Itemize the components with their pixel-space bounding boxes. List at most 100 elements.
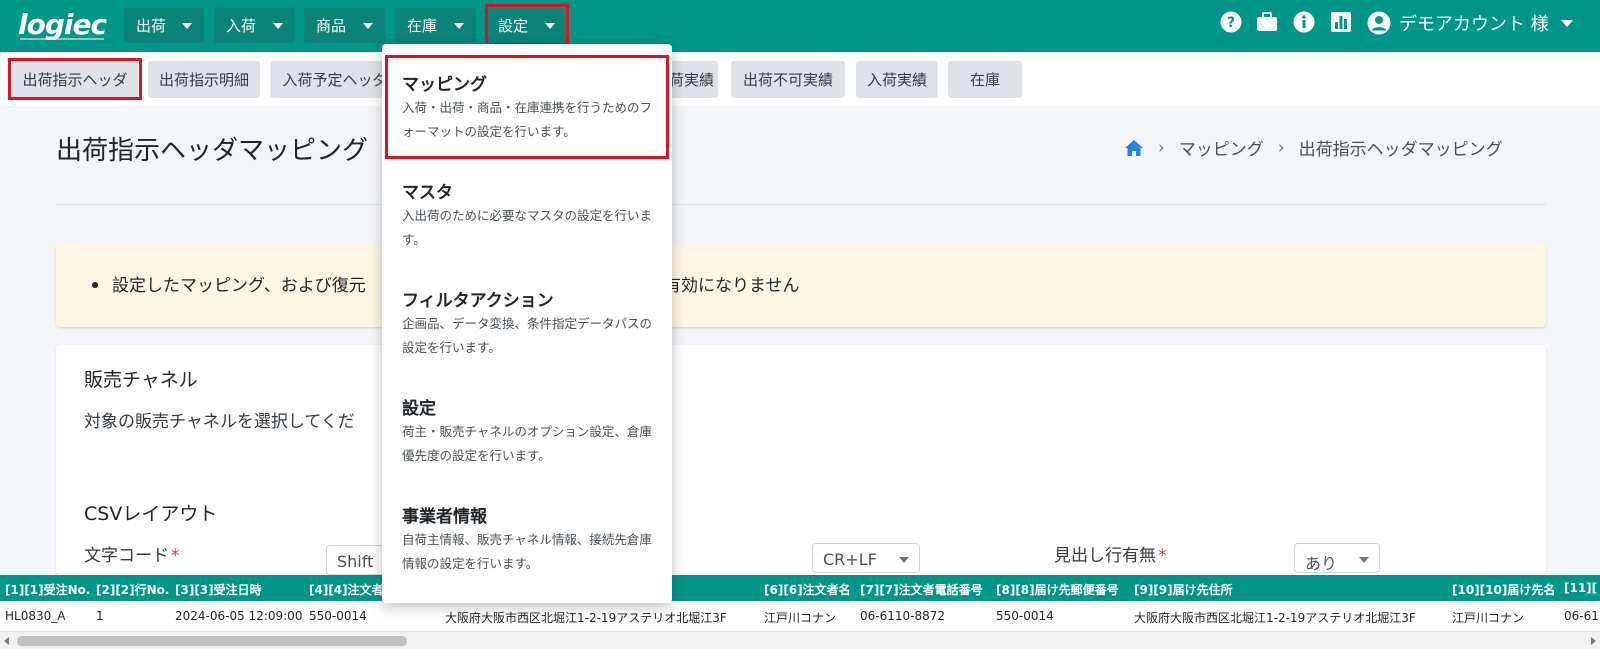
column-header: [3][3]受注日時 — [175, 583, 262, 597]
linebreak-value: CR+LF — [823, 550, 877, 569]
dropdown-item-description: 入荷・出荷・商品・在庫連携を行うためのフォーマットの設定を行います。 — [402, 100, 653, 139]
svg-text:?: ? — [1227, 15, 1235, 31]
dropdown-item-title: マスタ — [402, 183, 453, 203]
nav-menu-label: 入荷 — [226, 17, 257, 35]
nav-menu-label: 設定 — [498, 17, 529, 35]
header-row-value: あり — [1305, 554, 1338, 573]
dropdown-item-description: 入出荷のために必要なマスタの設定を行います。 — [402, 208, 653, 247]
settings-card: 販売チャネル 対象の販売チャネルを選択してくだ CSVレイアウト 文字コード * … — [56, 345, 1546, 575]
table-cell: 江戸川コナン — [764, 611, 837, 625]
bullet-icon — [92, 282, 98, 288]
help-icon[interactable]: ? — [1220, 11, 1242, 33]
caret-down-icon — [182, 23, 192, 29]
nav-menu-label: 商品 — [316, 17, 347, 35]
account-name: デモアカウント 様 — [1399, 14, 1549, 35]
dropdown-item-master[interactable]: マスタ 入出荷のために必要なマスタの設定を行います。 — [382, 164, 672, 272]
table-cell: HL0830_A — [5, 609, 66, 623]
nav-menu-receiving[interactable]: 入荷 — [214, 8, 295, 43]
scrollbar-thumb[interactable] — [17, 636, 407, 646]
logo[interactable]: logiec — [18, 8, 107, 41]
header-divider — [56, 204, 1546, 205]
charset-select[interactable]: Shift — [326, 545, 386, 575]
subtab-shipping-failed[interactable]: 出荷不可実績 — [731, 61, 845, 98]
column-header: [1][1]受注No. — [5, 583, 91, 597]
chevron-right-icon: › — [1158, 137, 1165, 158]
header-row-select[interactable]: あり — [1294, 543, 1380, 573]
dropdown-item-title: 設定 — [402, 399, 436, 419]
scroll-right-icon[interactable] — [1591, 637, 1596, 645]
table-cell: 06-6110-8872 — [860, 609, 946, 623]
warning-alert: 設定したマッピング、および復元 有効になりません — [56, 243, 1546, 327]
briefcase-icon[interactable] — [1256, 11, 1278, 33]
caret-down-icon — [1560, 19, 1573, 27]
column-header: [6][6]注文者名 — [764, 583, 851, 597]
page-title: 出荷指示ヘッダマッピング — [56, 136, 369, 166]
alert-text-left: 設定したマッピング、および復元 — [112, 276, 366, 296]
caret-down-icon — [273, 23, 283, 29]
breadcrumb-item-current: 出荷指示ヘッダマッピング — [1298, 140, 1503, 160]
channel-description: 対象の販売チャネルを選択してくだ — [84, 412, 355, 432]
home-icon[interactable] — [1124, 139, 1144, 157]
breadcrumb: › マッピング › 出荷指示ヘッダマッピング — [1124, 135, 1503, 160]
subtab-shipping-detail[interactable]: 出荷指示明細 — [148, 61, 260, 98]
column-header: [8][8]届け先郵便番号 — [996, 583, 1119, 597]
charset-label-text: 文字コード — [84, 546, 169, 566]
dropdown-item-description: 企画品、データ変換、条件指定データパスの設定を行います。 — [402, 316, 653, 355]
column-header: [7][7]注文者電話番号 — [860, 583, 983, 597]
subtab-receiving-results[interactable]: 入荷実績 — [856, 61, 938, 98]
table-cell: 550-0014 — [309, 609, 367, 623]
chart-icon[interactable] — [1330, 11, 1352, 33]
alert-text-right: 有効になりません — [664, 276, 800, 296]
nav-menu-label: 在庫 — [407, 17, 438, 35]
nav-menu-settings[interactable]: 設定 — [486, 8, 567, 43]
caret-down-icon — [363, 23, 373, 29]
caret-down-icon — [1359, 557, 1369, 563]
subtab-inventory[interactable]: 在庫 — [948, 61, 1022, 98]
nav-menu-inventory[interactable]: 在庫 — [395, 8, 476, 43]
dropdown-item-settings[interactable]: 設定 荷主・販売チャネルのオプション設定、倉庫優先度の設定を行います。 — [382, 380, 672, 488]
settings-dropdown-menu: マッピング 入荷・出荷・商品・在庫連携を行うためのフォーマットの設定を行います。… — [382, 44, 672, 603]
subtab-receiving-header[interactable]: 入荷予定ヘッダ — [270, 61, 400, 98]
subtab-shipping-header[interactable]: 出荷指示ヘッダ — [12, 61, 138, 98]
table-cell: 550-0014 — [996, 609, 1054, 623]
table-cell: 06-611 — [1564, 609, 1600, 623]
account-menu[interactable]: デモアカウント 様 — [1367, 10, 1573, 36]
csv-preview-header: [1][1]受注No. [2][2]行No. [3][3]受注日時 [4][4]… — [0, 575, 1600, 601]
column-header: [4][4]注文者 — [309, 583, 384, 597]
caret-down-icon — [899, 557, 909, 563]
scroll-left-icon[interactable] — [4, 637, 9, 645]
table-cell: 2024-06-05 12:09:00 — [175, 609, 303, 623]
table-cell: 江戸川コナン — [1452, 611, 1525, 625]
dropdown-item-title: 事業者情報 — [402, 507, 487, 527]
column-header: [11][ — [1564, 581, 1598, 595]
table-cell: 1 — [96, 609, 104, 623]
info-icon[interactable] — [1293, 11, 1315, 33]
column-header: [2][2]行No. — [96, 583, 170, 597]
dropdown-item-business-info[interactable]: 事業者情報 自荷主情報、販売チャネル情報、接続先倉庫情報の設定を行います。 — [382, 488, 672, 596]
nav-menu-products[interactable]: 商品 — [304, 8, 385, 43]
charset-label: 文字コード * — [84, 541, 180, 566]
required-marker: * — [171, 546, 180, 566]
dropdown-item-filter-action[interactable]: フィルタアクション 企画品、データ変換、条件指定データパスの設定を行います。 — [382, 272, 672, 380]
linebreak-select[interactable]: CR+LF — [812, 543, 920, 573]
breadcrumb-item[interactable]: マッピング — [1179, 135, 1264, 160]
table-cell: 大阪府大阪市西区北堀江1-2-19アステリオ北堀江3F — [445, 611, 727, 625]
nav-menu-label: 出荷 — [136, 17, 167, 35]
account-icon — [1367, 11, 1391, 35]
charset-value: Shift — [337, 552, 374, 571]
dropdown-item-title: フィルタアクション — [402, 291, 554, 311]
table-cell: 大阪府大阪市西区北堀江1-2-19アステリオ北堀江3F — [1134, 611, 1416, 625]
table-row: HL0830_A 1 2024-06-05 12:09:00 550-0014 … — [0, 601, 1600, 631]
dropdown-item-description: 荷主・販売チャネルのオプション設定、倉庫優先度の設定を行います。 — [402, 424, 652, 463]
required-marker: * — [1158, 546, 1167, 566]
column-header: [10][10]届け先名 — [1452, 583, 1556, 597]
header-row-label-text: 見出し行有無 — [1054, 546, 1156, 566]
column-header: [9][9]届け先住所 — [1134, 583, 1233, 597]
dropdown-item-description: 自荷主情報、販売チャネル情報、接続先倉庫情報の設定を行います。 — [402, 532, 652, 571]
nav-menu-shipping[interactable]: 出荷 — [124, 8, 204, 43]
caret-down-icon — [545, 23, 555, 29]
horizontal-scrollbar[interactable] — [0, 631, 1600, 649]
dropdown-item-mapping[interactable]: マッピング 入荷・出荷・商品・在庫連携を行うためのフォーマットの設定を行います。 — [382, 56, 672, 164]
channel-heading: 販売チャネル — [84, 369, 198, 391]
chevron-right-icon: › — [1277, 137, 1285, 158]
